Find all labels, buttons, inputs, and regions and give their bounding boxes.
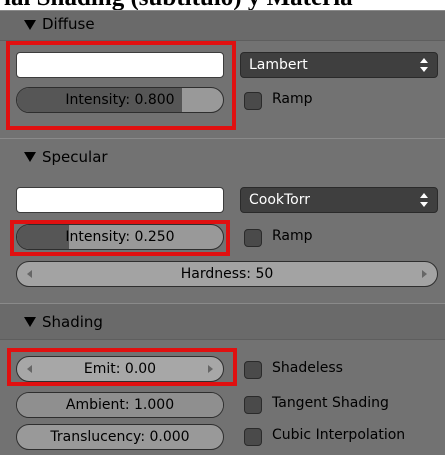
tangent-shading-checkbox[interactable]: Tangent Shading [244, 394, 424, 416]
shadeless-label: Shadeless [272, 360, 343, 376]
page-caption: ial Shading (subtitulo) y Materia [0, 0, 445, 10]
specular-shader-label: CookTorr [249, 192, 311, 208]
diffuse-header[interactable]: Diffuse [0, 11, 445, 41]
collapse-triangle-icon [24, 317, 36, 327]
ambient-slider[interactable]: Ambient: 1.000 [16, 392, 224, 418]
specular-title: Specular [42, 148, 108, 166]
increment-arrow-icon[interactable] [422, 270, 427, 278]
ambient-label: Ambient: 1.000 [65, 397, 175, 413]
updown-arrows-icon [420, 193, 428, 207]
hardness-label: Hardness: 50 [180, 266, 274, 282]
specular-ramp-checkbox[interactable]: Ramp [244, 227, 344, 249]
specular-ramp-label: Ramp [272, 228, 313, 244]
shadeless-box[interactable] [244, 361, 262, 379]
specular-ramp-box[interactable] [244, 229, 262, 247]
specular-header[interactable]: Specular [0, 139, 445, 177]
diffuse-shader-label: Lambert [249, 57, 308, 73]
diffuse-color-swatch[interactable] [16, 52, 224, 78]
shading-title: Shading [42, 313, 103, 331]
hardness-field[interactable]: Hardness: 50 [16, 261, 438, 287]
shading-header[interactable]: Shading [0, 304, 445, 340]
collapse-triangle-icon [24, 20, 36, 30]
translucency-slider[interactable]: Translucency: 0.000 [16, 424, 224, 450]
specular-shader-dropdown[interactable]: CookTorr [240, 187, 438, 213]
emit-field[interactable]: Emit: 0.00 [16, 356, 224, 382]
increment-arrow-icon[interactable] [208, 365, 213, 373]
translucency-label: Translucency: 0.000 [50, 429, 190, 445]
shadeless-checkbox[interactable]: Shadeless [244, 359, 394, 381]
tangent-shading-label: Tangent Shading [272, 395, 389, 411]
diffuse-ramp-box[interactable] [244, 92, 262, 110]
diffuse-ramp-checkbox[interactable]: Ramp [244, 90, 344, 112]
diffuse-intensity-label: Intensity: 0.800 [65, 92, 175, 108]
emit-label: Emit: 0.00 [83, 361, 157, 377]
cubic-interpolation-label: Cubic Interpolation [272, 427, 406, 443]
specular-color-swatch[interactable] [16, 187, 224, 213]
diffuse-title: Diffuse [42, 15, 95, 33]
cubic-interpolation-checkbox[interactable]: Cubic Interpolation [244, 426, 434, 448]
updown-arrows-icon [420, 58, 428, 72]
specular-intensity-slider[interactable]: Intensity: 0.250 [16, 224, 224, 250]
tangent-shading-box[interactable] [244, 396, 262, 414]
specular-intensity-label: Intensity: 0.250 [65, 229, 175, 245]
collapse-triangle-icon [24, 152, 36, 162]
diffuse-shader-dropdown[interactable]: Lambert [240, 52, 438, 78]
diffuse-ramp-label: Ramp [272, 91, 313, 107]
diffuse-intensity-slider[interactable]: Intensity: 0.800 [16, 87, 224, 113]
cubic-interpolation-box[interactable] [244, 428, 262, 446]
